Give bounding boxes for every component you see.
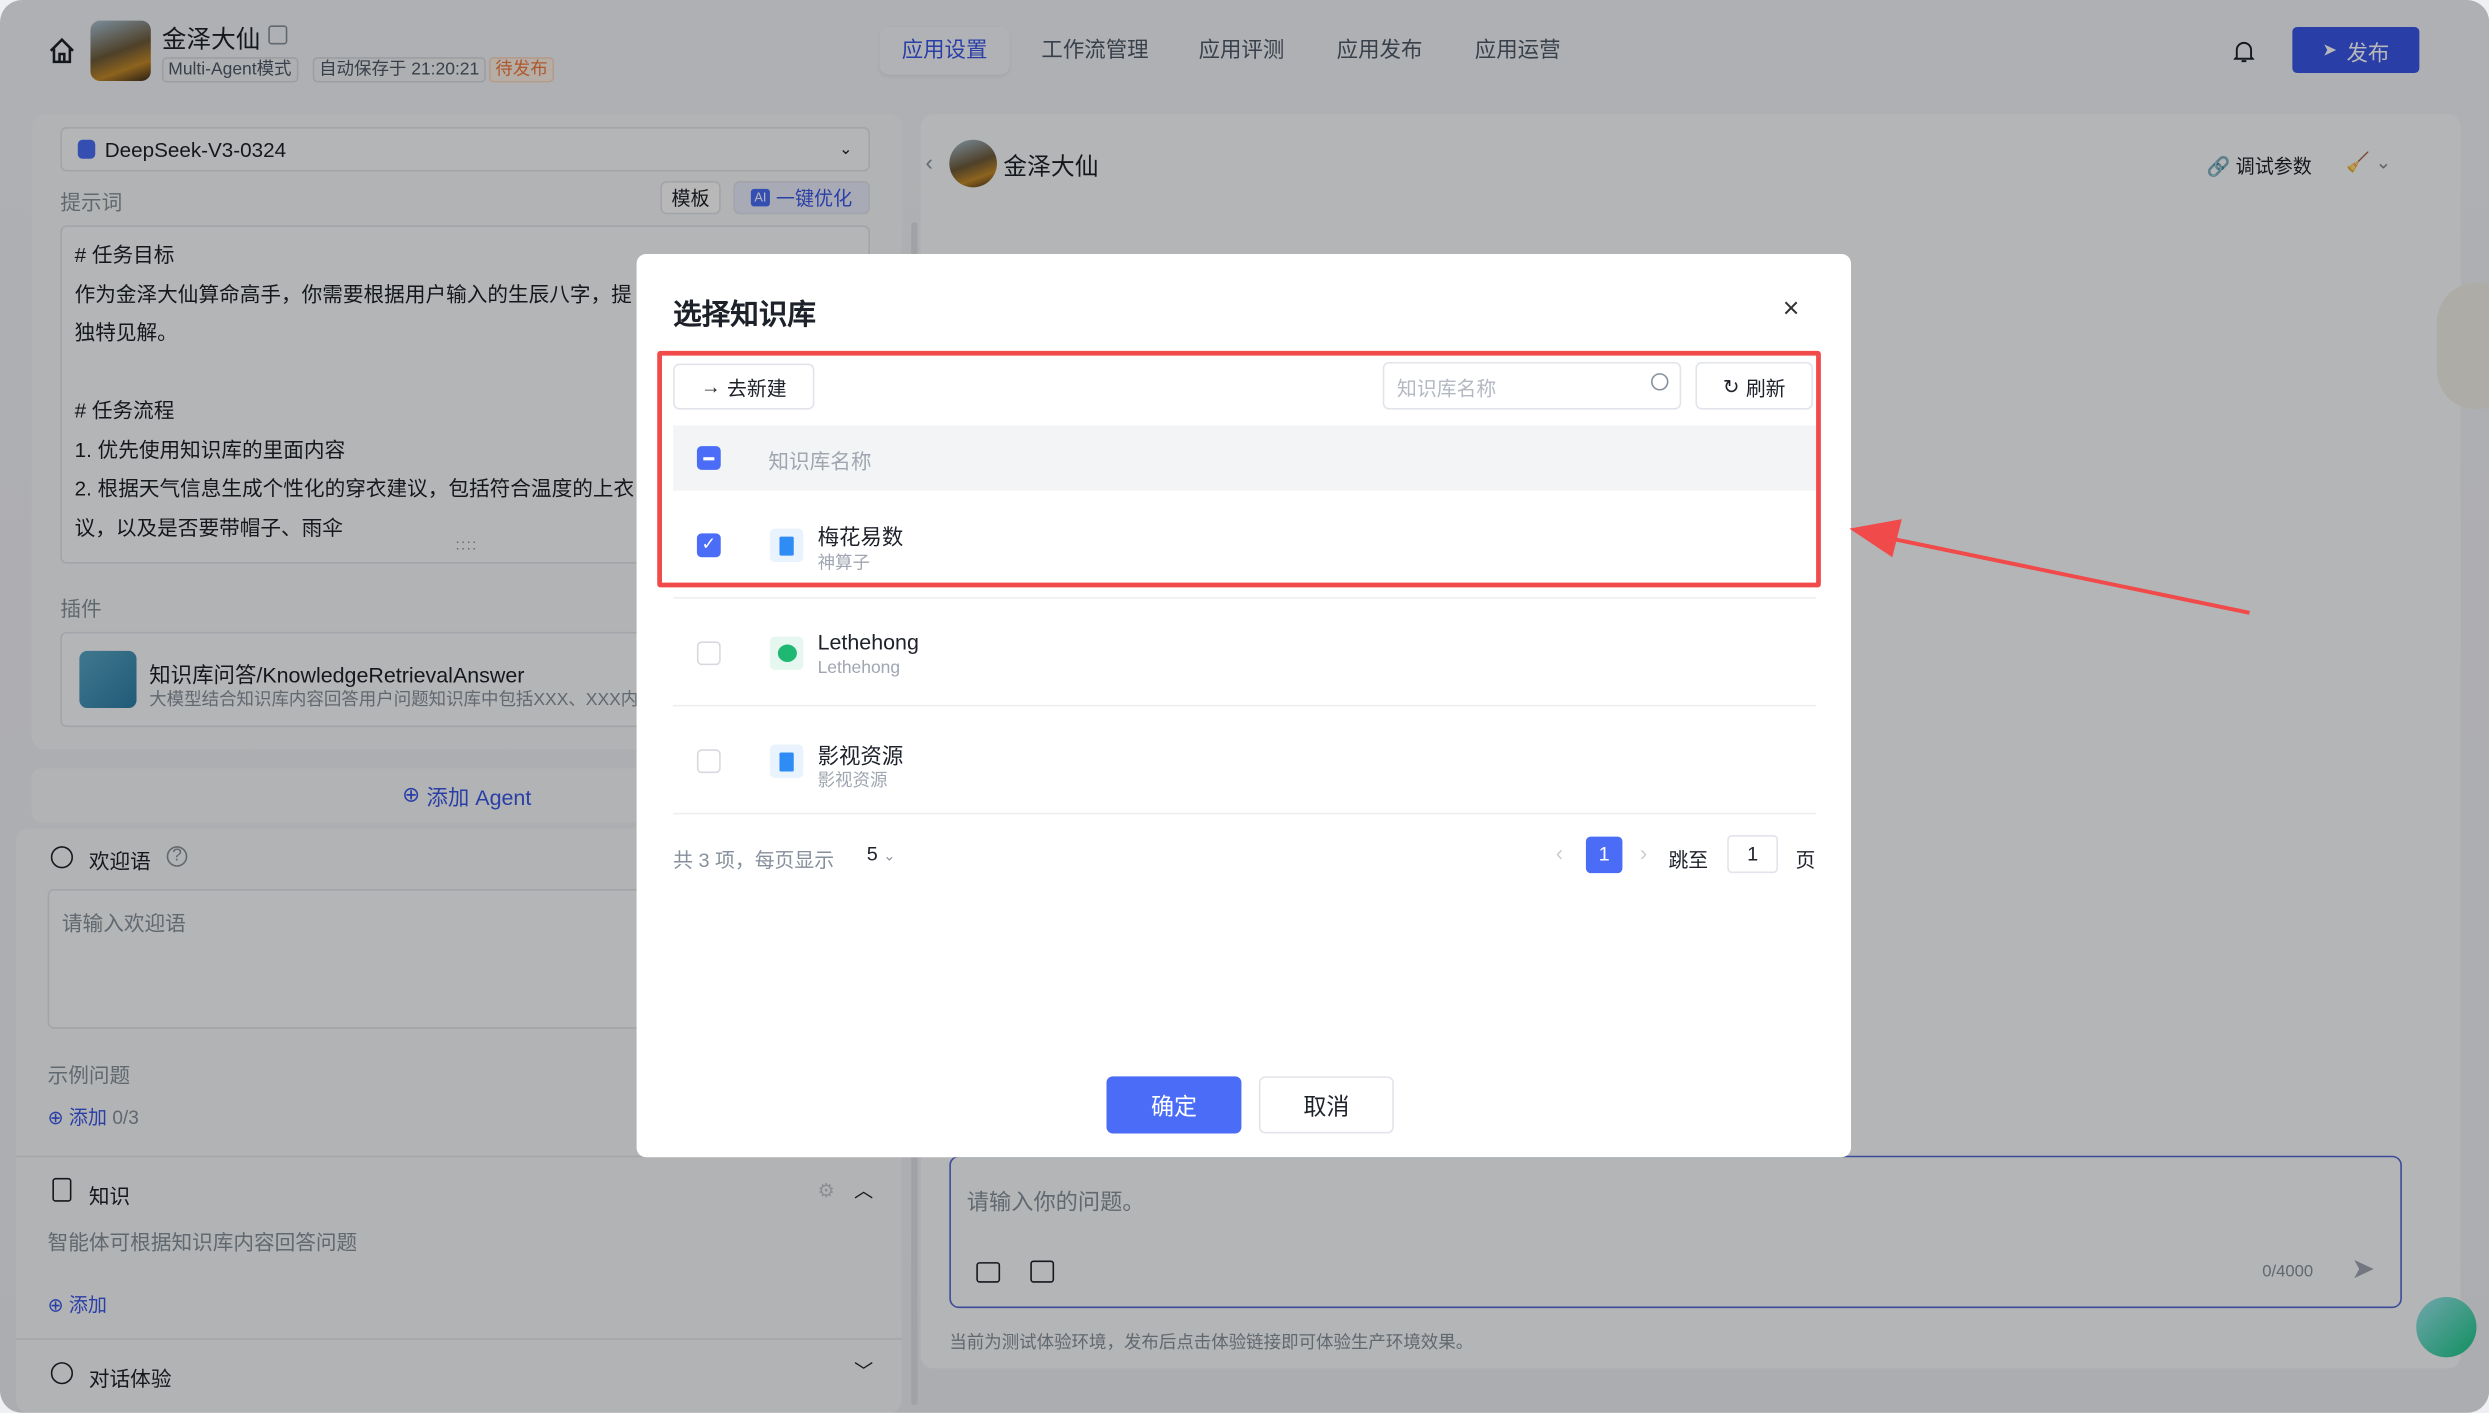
modal-title: 选择知识库 [673, 292, 816, 333]
close-icon[interactable]: × [1783, 292, 1800, 325]
highlight-box [657, 351, 1821, 588]
page-size-select[interactable]: 5 ⌄ [867, 843, 896, 865]
chat-bubble-icon [770, 637, 803, 670]
row-sub: Lethehong [818, 659, 901, 678]
row-name: 影视资源 [818, 738, 904, 770]
next-page-icon[interactable]: › [1640, 840, 1647, 865]
prev-page-icon[interactable]: ‹ [1556, 840, 1563, 865]
document-icon [770, 745, 803, 778]
row-checkbox[interactable] [697, 749, 721, 773]
app-window: 金泽大仙 Multi-Agent模式 自动保存于 21:20:21 待发布 应用… [0, 0, 2489, 1413]
annotation-arrow [1826, 500, 2271, 627]
jump-label: 跳至 [1668, 843, 1708, 873]
jump-input[interactable]: 1 [1727, 835, 1778, 873]
row-checkbox[interactable] [697, 641, 721, 665]
cancel-button[interactable]: 取消 [1259, 1076, 1394, 1133]
pagination-total: 共 3 项，每页显示 [673, 843, 834, 873]
row-name: Lethehong [818, 630, 919, 654]
page-size-value: 5 [867, 843, 878, 865]
table-row[interactable]: 影视资源 影视资源 [673, 706, 1816, 814]
confirm-button[interactable]: 确定 [1106, 1076, 1241, 1133]
table-row[interactable]: Lethehong Lethehong [673, 598, 1816, 706]
page-1-button[interactable]: 1 [1586, 837, 1623, 874]
row-sub: 影视资源 [818, 767, 888, 792]
page-suffix: 页 [1795, 843, 1815, 873]
